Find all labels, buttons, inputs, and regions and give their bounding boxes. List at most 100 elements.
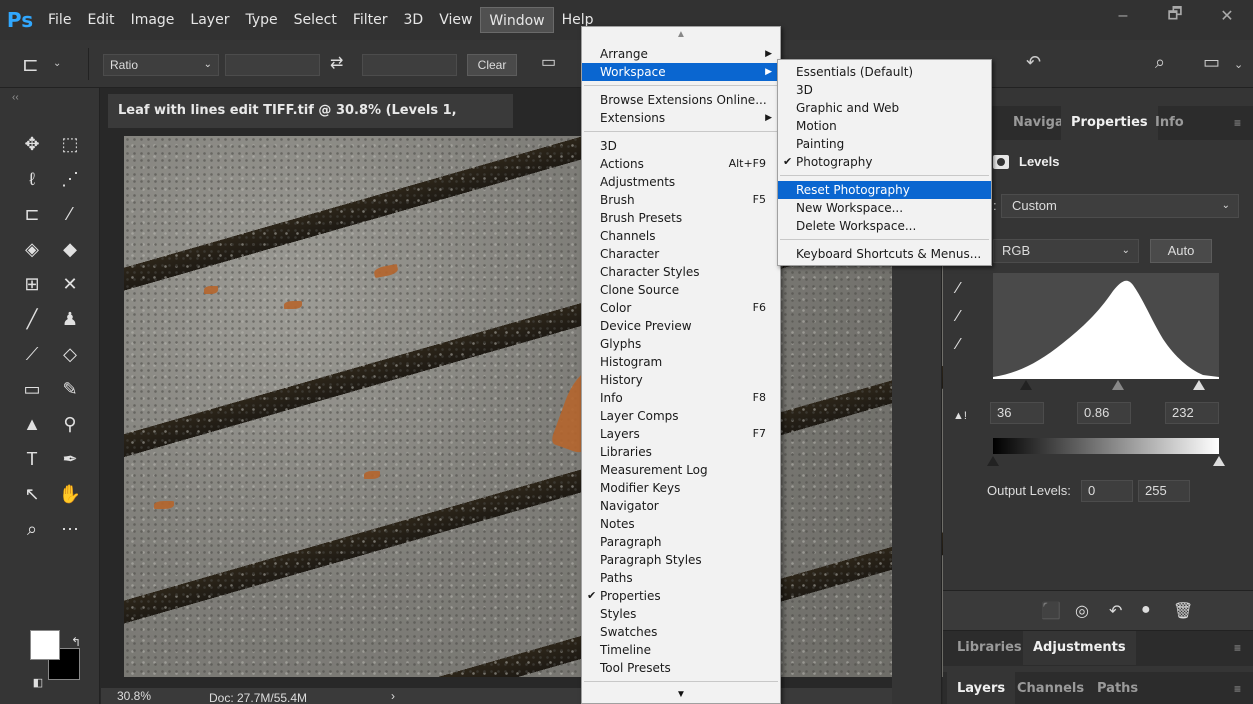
menu-item-properties[interactable]: ✔ Properties [582, 587, 780, 605]
path-selection-tool-icon[interactable]: ↖ [18, 480, 46, 508]
menu-item-brush[interactable]: Brush F5 [582, 191, 780, 209]
hand-tool-icon[interactable]: ✋ [56, 480, 84, 508]
preset-select[interactable]: Custom ⌄ [1001, 194, 1239, 218]
workspace-graphic-and-web[interactable]: Graphic and Web [778, 99, 991, 117]
crop-tool-icon[interactable]: ⊏ [22, 52, 39, 77]
output-black-handle[interactable] [987, 456, 999, 466]
menu-item-adjustments[interactable]: Adjustments [582, 173, 780, 191]
menu-item-paths[interactable]: Paths [582, 569, 780, 587]
workspace-photography[interactable]: ✔ Photography [778, 153, 991, 171]
menu-item-clone-source[interactable]: Clone Source [582, 281, 780, 299]
dodge-tool-icon[interactable]: ⚲ [56, 410, 84, 438]
workspace-3d[interactable]: 3D [778, 81, 991, 99]
tab-libraries[interactable]: Libraries [957, 631, 1022, 665]
output-white-field[interactable]: 255 [1138, 480, 1190, 502]
smudge-tool-icon[interactable]: ✎ [56, 375, 84, 403]
workspace-chevron-icon[interactable]: ⌄ [1234, 58, 1243, 71]
tool-preset-chevron-icon[interactable]: ⌄ [53, 58, 61, 69]
close-button[interactable]: ✕ [1201, 0, 1253, 32]
zoom-tool-icon[interactable]: ⌕ [18, 515, 46, 543]
delete-workspace[interactable]: Delete Workspace... [778, 217, 991, 235]
document-tab[interactable]: Leaf with lines edit TIFF.tif @ 30.8% (L… [108, 94, 513, 152]
trash-icon[interactable]: 🗑 [1173, 601, 1193, 621]
reset-icon[interactable]: ↶ [1026, 52, 1041, 73]
type-tool-icon[interactable]: T [18, 445, 46, 473]
input-black-handle[interactable] [1020, 380, 1032, 390]
workspace-essentials[interactable]: Essentials (Default) [778, 63, 991, 81]
menu-item-history[interactable]: History [582, 371, 780, 389]
clip-to-layer-icon[interactable]: ⬛ [1041, 601, 1061, 621]
gradient-tool-icon[interactable]: ▭ [18, 375, 46, 403]
menu-item-navigator[interactable]: Navigator [582, 497, 780, 515]
menu-item-layers[interactable]: Layers F7 [582, 425, 780, 443]
swap-colors-icon[interactable]: ↰ [62, 628, 90, 656]
menu-item-arrange[interactable]: Arrange ▶ [582, 45, 780, 63]
tab-info[interactable]: Info [1155, 106, 1184, 140]
eyedropper-tool-icon[interactable]: ⁄ [56, 200, 84, 228]
output-black-field[interactable]: 0 [1081, 480, 1133, 502]
tab-layers[interactable]: Layers [947, 672, 1016, 704]
search-icon[interactable]: ⌕ [1155, 52, 1165, 73]
menu-item-device-preview[interactable]: Device Preview [582, 317, 780, 335]
sharpen-tool-icon[interactable]: ▲ [18, 410, 46, 438]
menu-3d[interactable]: 3D [396, 7, 432, 33]
tab-paths[interactable]: Paths [1097, 672, 1138, 704]
input-white-field[interactable]: 232 [1165, 402, 1219, 424]
white-point-eyedropper-icon[interactable]: ⁄ [957, 336, 960, 354]
menu-item-timeline[interactable]: Timeline [582, 641, 780, 659]
workspace-painting[interactable]: Painting [778, 135, 991, 153]
menu-layer[interactable]: Layer [182, 7, 237, 33]
menu-item-channels[interactable]: Channels [582, 227, 780, 245]
auto-button[interactable]: Auto [1150, 239, 1212, 263]
menu-item-measurement-log[interactable]: Measurement Log [582, 461, 780, 479]
menu-item-workspace[interactable]: Workspace ▶ [582, 63, 780, 81]
brush-tool-icon[interactable]: ╱ [18, 305, 46, 333]
channel-select[interactable]: RGB ⌄ [993, 239, 1139, 263]
menu-item-character[interactable]: Character [582, 245, 780, 263]
more-tools-icon[interactable]: ⋯ [56, 515, 84, 543]
restore-button[interactable]: 🗗 [1149, 0, 1201, 32]
ratio-height-input[interactable] [362, 54, 457, 76]
lasso-tool-icon[interactable]: ℓ [18, 165, 46, 193]
minimize-button[interactable]: – [1097, 0, 1149, 32]
input-levels-slider[interactable] [993, 380, 1219, 394]
menu-item-paragraph-styles[interactable]: Paragraph Styles [582, 551, 780, 569]
panel-menu-icon[interactable]: ≡ [1234, 641, 1241, 655]
scroll-down-icon[interactable]: ▼ [582, 689, 780, 700]
default-colors-icon[interactable]: ◧ [24, 668, 52, 696]
straighten-icon[interactable]: ▭ [541, 52, 556, 72]
quick-mask-icon[interactable]: ⊡ [18, 696, 46, 704]
clone-stamp-tool-icon[interactable]: ♟ [56, 305, 84, 333]
reset-photography[interactable]: Reset Photography [778, 181, 991, 199]
menu-edit[interactable]: Edit [79, 7, 122, 33]
keyboard-shortcuts-menus[interactable]: Keyboard Shortcuts & Menus... [778, 245, 991, 263]
status-menu-arrow-icon[interactable]: › [391, 689, 395, 703]
panel-menu-icon[interactable]: ≡ [1234, 116, 1241, 130]
tab-properties[interactable]: Properties [1061, 106, 1158, 140]
foreground-color-swatch[interactable] [30, 630, 60, 660]
collapse-arrows-icon[interactable]: ‹‹ [12, 92, 19, 103]
menu-item-extensions[interactable]: Extensions ▶ [582, 109, 780, 127]
menu-item-libraries[interactable]: Libraries [582, 443, 780, 461]
menu-select[interactable]: Select [286, 7, 345, 33]
eraser-tool-icon[interactable]: ◇ [56, 340, 84, 368]
workspace-icon[interactable]: ▭ [1203, 52, 1220, 73]
menu-item-actions[interactable]: Actions Alt+F9 [582, 155, 780, 173]
content-aware-move-tool-icon[interactable]: ✕ [56, 270, 84, 298]
menu-item-swatches[interactable]: Swatches [582, 623, 780, 641]
move-tool-icon[interactable]: ✥ [18, 130, 46, 158]
ratio-width-input[interactable] [225, 54, 320, 76]
menu-item-notes[interactable]: Notes [582, 515, 780, 533]
new-workspace[interactable]: New Workspace... [778, 199, 991, 217]
menu-item-tool-presets[interactable]: Tool Presets [582, 659, 780, 677]
view-previous-state-icon[interactable]: ◎ [1075, 601, 1089, 621]
menu-item-histogram[interactable]: Histogram [582, 353, 780, 371]
visibility-eye-icon[interactable]: ● [1141, 601, 1151, 619]
menu-item-styles[interactable]: Styles [582, 605, 780, 623]
gray-point-eyedropper-icon[interactable]: ⁄ [957, 308, 960, 326]
input-gamma-field[interactable]: 0.86 [1077, 402, 1131, 424]
menu-item-layer-comps[interactable]: Layer Comps [582, 407, 780, 425]
output-levels-slider[interactable] [987, 456, 1225, 468]
tab-channels[interactable]: Channels [1017, 672, 1084, 704]
tab-adjustments[interactable]: Adjustments [1023, 631, 1136, 665]
